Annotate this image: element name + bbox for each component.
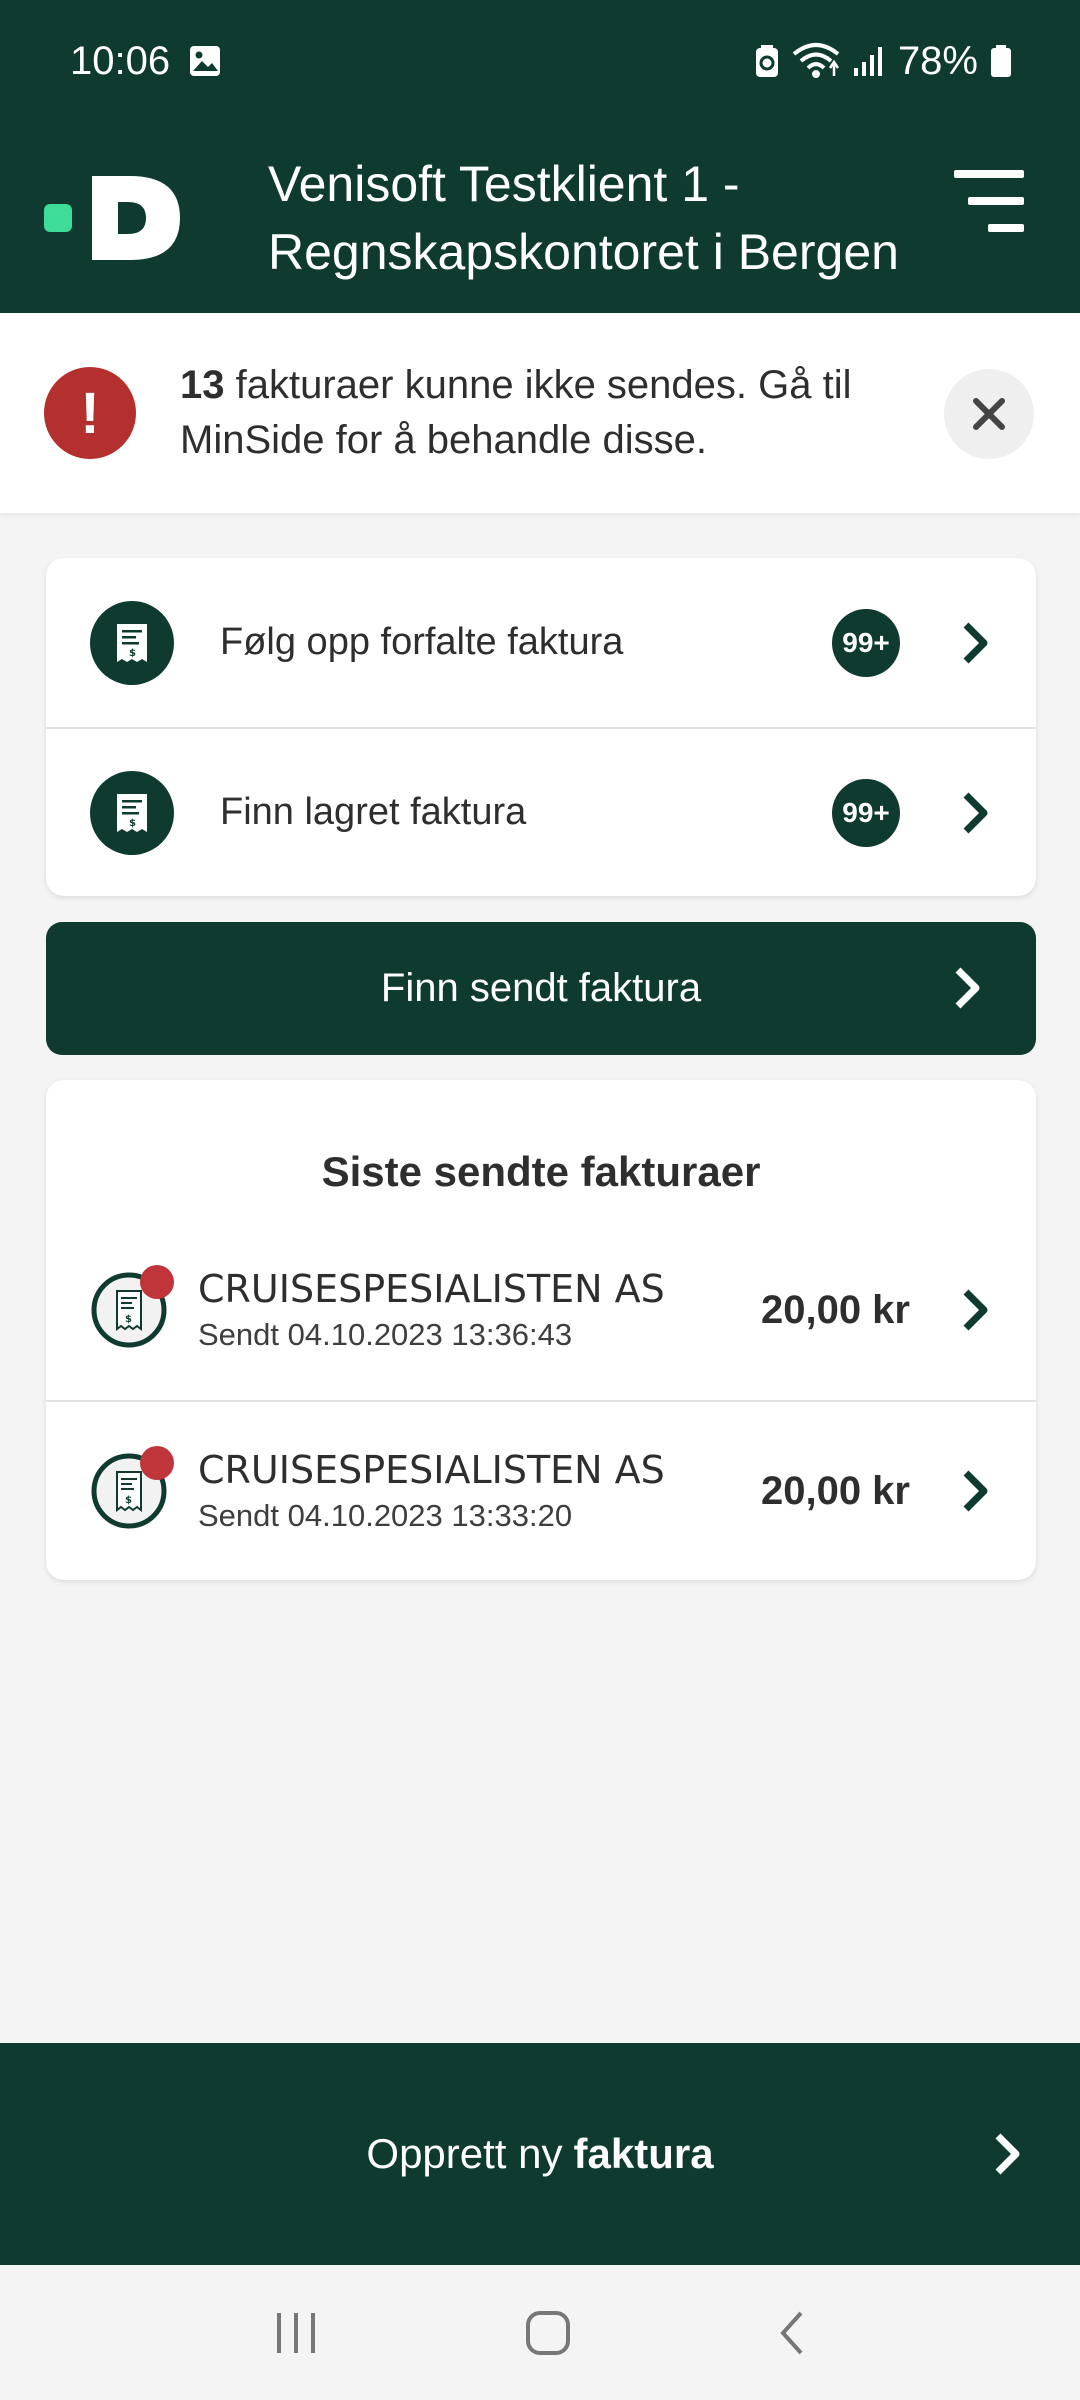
status-right: 78% [754,39,1012,84]
invoice-document-icon: $ [90,600,174,685]
page-title-line2: Regnskapskontoret i Bergen [268,223,899,280]
recent-invoices-title: Siste sendte fakturaer [321,1148,761,1195]
invoice-receipt-icon: $ [90,1265,174,1349]
invoice-sent-date: Sendt 04.10.2023 13:33:20 [198,1498,573,1533]
action-label: Følg opp forfalte faktura [220,621,624,663]
svg-text:$: $ [125,1495,132,1506]
page-title-line1: Venisoft Testklient 1 - [268,155,740,212]
signal-icon [853,47,882,76]
invoice-document-icon: $ [90,770,174,855]
count-badge: 99+ [832,778,900,847]
invoice-details: CRUISESPESIALISTEN AS Sendt 04.10.2023 1… [198,1267,761,1353]
alert-message-text: fakturaer kunne ikke sendes. Gå til MinS… [180,363,852,462]
invoice-sent-date: Sendt 04.10.2023 13:36:43 [198,1317,573,1352]
svg-text:$: $ [125,1314,132,1325]
app-header: Venisoft Testklient 1 - Regnskapskontore… [0,122,1080,313]
svg-text:$: $ [129,648,136,659]
battery-saver-icon [755,45,778,77]
chevron-right-icon [963,622,988,663]
action-follow-up-overdue[interactable]: $ Følg opp forfalte faktura 99+ [46,558,1036,727]
close-icon [973,398,1005,430]
back-icon[interactable] [775,2309,809,2357]
chevron-right-icon [963,792,988,833]
action-find-saved[interactable]: $ Finn lagret faktura 99+ [46,727,1036,896]
home-icon[interactable] [524,2309,572,2357]
find-sent-invoice-button[interactable]: Finn sendt faktura [46,922,1036,1055]
chevron-right-icon [963,1289,988,1331]
status-time: 10:06 [70,38,171,83]
error-status-dot [140,1265,174,1299]
chevron-right-icon [995,2133,1020,2175]
action-label: Finn lagret faktura [220,791,527,833]
error-status-dot [140,1446,174,1480]
alert-message: 13 fakturaer kunne ikke sendes. Gå til M… [180,358,920,468]
actions-card: $ Følg opp forfalte faktura 99+ $ Finn l… [46,558,1036,896]
invoice-customer-name: CRUISESPESIALISTEN AS [198,1448,665,1492]
chevron-right-icon [963,1470,988,1512]
invoice-amount: 20,00 kr [760,1468,910,1513]
create-invoice-prefix: Opprett ny [366,2130,563,2177]
svg-text:$: $ [129,818,136,829]
invoice-receipt-icon: $ [90,1446,174,1530]
menu-icon [954,170,1024,178]
system-navigation-bar [0,2265,1080,2400]
battery-icon [991,45,1011,77]
recent-apps-icon[interactable] [271,2309,321,2357]
status-bar: 10:06 78% [0,0,1080,122]
create-invoice-bold: faktura [573,2130,714,2177]
close-alert-button[interactable] [944,369,1034,459]
invoice-customer-name: CRUISESPESIALISTEN AS [198,1267,665,1311]
alert-count: 13 [180,363,225,407]
invoice-details: CRUISESPESIALISTEN AS Sendt 04.10.2023 1… [198,1448,761,1534]
page-title: Venisoft Testklient 1 - Regnskapskontore… [268,150,968,286]
exclamation-icon: ! [44,367,136,459]
invoice-list-item[interactable]: $ CRUISESPESIALISTEN AS Sendt 04.10.2023… [46,1220,1036,1400]
status-left: 10:06 [70,39,222,84]
image-notification-icon [190,46,221,76]
count-badge: 99+ [832,608,900,677]
invoice-amount: 20,00 kr [760,1287,910,1332]
wifi-icon [792,43,840,78]
find-sent-invoice-label: Finn sendt faktura [380,966,702,1010]
error-alert-banner: ! 13 fakturaer kunne ikke sendes. Gå til… [0,313,1080,513]
recent-invoices-card: Siste sendte fakturaer $ CRUISESPESIALIS… [46,1080,1036,1580]
brand-logo-icon [44,175,180,260]
invoice-list-item[interactable]: $ CRUISESPESIALISTEN AS Sendt 04.10.2023… [46,1400,1036,1580]
battery-percentage: 78% [897,38,978,83]
create-new-invoice-button[interactable]: Opprett ny faktura [0,2043,1080,2265]
menu-button[interactable] [954,166,1024,236]
chevron-right-icon [955,967,980,1009]
